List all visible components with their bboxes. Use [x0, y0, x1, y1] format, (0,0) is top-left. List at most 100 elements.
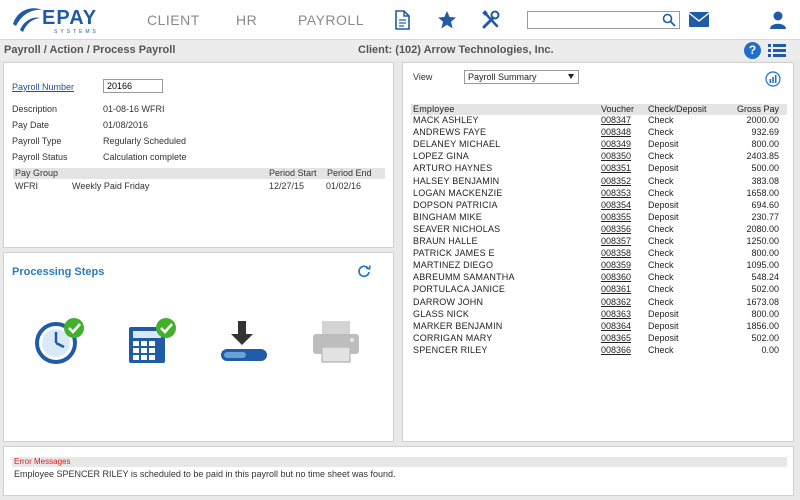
voucher-link[interactable]: 008349 [601, 139, 631, 149]
employee-table-header: Employee Voucher Check/Deposit Gross Pay [411, 104, 787, 115]
table-row: SEAVER NICHOLAS 008356 Check 2080.00 [411, 224, 787, 236]
table-row: DELANEY MICHAEL 008349 Deposit 800.00 [411, 139, 787, 151]
voucher-link[interactable]: 008354 [601, 200, 631, 210]
mail-icon[interactable] [688, 11, 710, 28]
search-input[interactable] [530, 13, 658, 27]
logo-subtext: SYSTEMS [54, 29, 99, 35]
gross-pay-value: 230.77 [751, 211, 779, 222]
voucher-link[interactable]: 008352 [601, 176, 631, 186]
table-row: DARROW JOHN 008362 Check 1673.08 [411, 297, 787, 309]
voucher-link[interactable]: 008359 [601, 260, 631, 270]
table-row: HALSEY BENJAMIN 008352 Check 383.08 [411, 176, 787, 188]
menu-list-icon[interactable] [768, 43, 786, 58]
employee-name: MARKER BENJAMIN [413, 320, 503, 331]
gross-pay-value: 502.00 [751, 332, 779, 343]
refresh-icon[interactable] [357, 264, 371, 278]
view-select-value: Payroll Summary [468, 72, 537, 82]
nav-hr[interactable]: HR [236, 12, 257, 28]
payroll-info-panel: Payroll Number Description 01-08-16 WFRI… [3, 62, 394, 248]
payroll-number-input[interactable] [103, 79, 163, 93]
gross-pay-value: 2080.00 [746, 223, 779, 234]
breadcrumb-bar: Payroll / Action / Process Payroll Clien… [0, 40, 800, 60]
download-icon[interactable] [218, 317, 270, 365]
search-icon[interactable] [662, 13, 676, 27]
table-row: GLASS NICK 008363 Deposit 800.00 [411, 309, 787, 321]
voucher-link[interactable]: 008360 [601, 272, 631, 282]
employee-name: ARTURO HAYNES [413, 163, 493, 174]
help-icon[interactable]: ? [744, 42, 761, 59]
employee-name: PATRICK JAMES E [413, 248, 495, 259]
voucher-link[interactable]: 008351 [601, 163, 631, 173]
period-end-value: 01/02/16 [326, 181, 362, 191]
payroll-type-label: Payroll Type [12, 136, 62, 146]
voucher-link[interactable]: 008365 [601, 333, 631, 343]
pay-date-label: Pay Date [12, 120, 50, 130]
gross-pay-value: 1856.00 [746, 320, 779, 331]
gross-pay-col: Gross Pay [736, 104, 779, 114]
gross-pay-value: 932.69 [751, 127, 779, 138]
employee-name: SEAVER NICHOLAS [413, 223, 501, 234]
gross-pay-value: 500.00 [751, 163, 779, 174]
check-deposit-value: Check [648, 272, 674, 283]
user-icon[interactable] [768, 10, 788, 30]
gross-pay-value: 502.00 [751, 284, 779, 295]
voucher-link[interactable]: 008347 [601, 115, 631, 125]
chart-icon[interactable] [765, 71, 781, 87]
employee-name: HALSEY BENJAMIN [413, 175, 500, 186]
processing-steps-panel: Processing Steps [3, 252, 394, 442]
employee-name: ABREUMM SAMANTHA [413, 272, 515, 283]
pay-date-value: 01/08/2016 [103, 120, 149, 130]
payroll-number-link[interactable]: Payroll Number [12, 82, 74, 92]
check-deposit-value: Deposit [648, 163, 679, 174]
employee-col: Employee [413, 104, 455, 114]
voucher-link[interactable]: 008355 [601, 212, 631, 222]
voucher-link[interactable]: 008358 [601, 248, 631, 258]
employee-name: LOGAN MACKENZIE [413, 187, 503, 198]
check-deposit-value: Check [648, 284, 674, 295]
check-deposit-value: Deposit [648, 308, 679, 319]
check-deposit-col: Check/Deposit [648, 104, 707, 114]
epay-logo[interactable]: EPAY SYSTEMS [10, 6, 110, 36]
employee-name: CORRIGAN MARY [413, 332, 493, 343]
check-deposit-value: Check [648, 151, 674, 162]
voucher-link[interactable]: 008348 [601, 127, 631, 137]
calculator-check-icon[interactable] [126, 317, 178, 365]
clock-check-icon[interactable] [34, 317, 86, 365]
voucher-link[interactable]: 008353 [601, 188, 631, 198]
employee-name: LOPEZ GINA [413, 151, 470, 162]
table-row: LOGAN MACKENZIE 008353 Check 1658.00 [411, 188, 787, 200]
table-row: BINGHAM MIKE 008355 Deposit 230.77 [411, 212, 787, 224]
check-deposit-value: Check [648, 175, 674, 186]
tools-icon[interactable] [481, 10, 501, 30]
voucher-link[interactable]: 008366 [601, 345, 631, 355]
gross-pay-value: 2403.85 [746, 151, 779, 162]
check-deposit-value: Deposit [648, 320, 679, 331]
description-value: 01-08-16 WFRI [103, 104, 165, 114]
voucher-link[interactable]: 008361 [601, 284, 631, 294]
view-select[interactable]: Payroll Summary [464, 70, 579, 84]
table-row: ABREUMM SAMANTHA 008360 Check 548.24 [411, 272, 787, 284]
gross-pay-value: 694.60 [751, 199, 779, 210]
voucher-link[interactable]: 008357 [601, 236, 631, 246]
employee-name: MACK ASHLEY [413, 115, 479, 125]
gross-pay-value: 1095.00 [746, 260, 779, 271]
gross-pay-value: 800.00 [751, 139, 779, 150]
gross-pay-value: 383.08 [751, 175, 779, 186]
voucher-link[interactable]: 008362 [601, 297, 631, 307]
employee-name: BINGHAM MIKE [413, 211, 482, 222]
voucher-link[interactable]: 008356 [601, 224, 631, 234]
check-deposit-value: Deposit [648, 211, 679, 222]
nav-payroll[interactable]: PAYROLL [298, 12, 364, 28]
logo-swoosh-icon [13, 8, 42, 32]
document-icon[interactable] [392, 10, 412, 30]
printer-icon[interactable] [310, 317, 362, 365]
voucher-link[interactable]: 008363 [601, 309, 631, 319]
nav-client[interactable]: CLIENT [147, 12, 200, 28]
voucher-link[interactable]: 008350 [601, 151, 631, 161]
voucher-link[interactable]: 008364 [601, 321, 631, 331]
check-deposit-value: Check [648, 260, 674, 271]
star-icon[interactable] [437, 10, 457, 30]
error-panel: Error Messages Employee SPENCER RILEY is… [3, 446, 794, 496]
breadcrumb: Payroll / Action / Process Payroll [4, 44, 176, 56]
employee-panel: View Payroll Summary Employee Voucher Ch… [402, 62, 794, 442]
